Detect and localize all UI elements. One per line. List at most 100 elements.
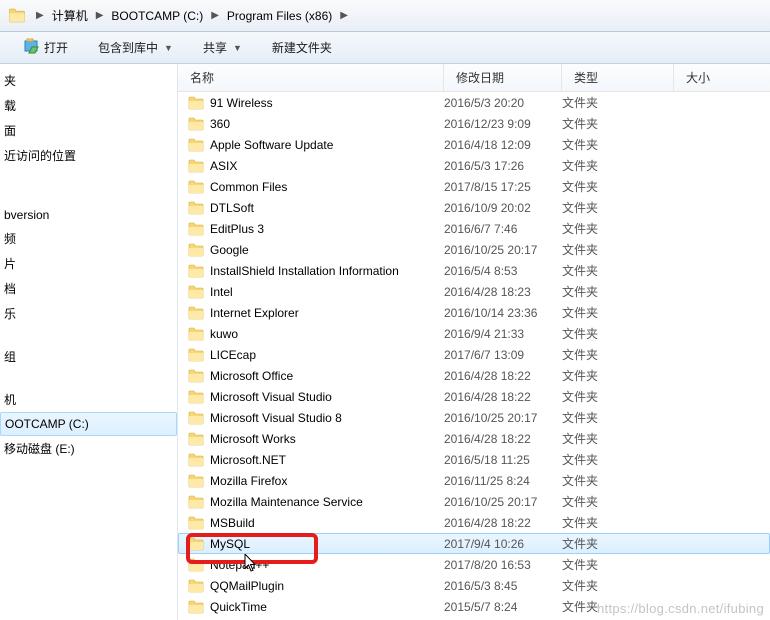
chevron-right-icon[interactable]: ▶ bbox=[209, 10, 221, 21]
column-size[interactable]: 大小 bbox=[674, 64, 770, 91]
folder-icon bbox=[188, 600, 204, 614]
sidebar-item[interactable]: 机 bbox=[0, 387, 177, 412]
file-row[interactable]: MSBuild2016/4/28 18:22文件夹 bbox=[178, 512, 770, 533]
file-name: Mozilla Maintenance Service bbox=[210, 495, 363, 509]
open-icon bbox=[24, 38, 40, 57]
file-type: 文件夹 bbox=[562, 157, 674, 174]
folder-icon bbox=[188, 495, 204, 509]
sidebar-item[interactable]: 频 bbox=[0, 226, 177, 251]
file-row[interactable]: LICEcap2017/6/7 13:09文件夹 bbox=[178, 344, 770, 365]
new-folder-button[interactable]: 新建文件夹 bbox=[266, 37, 338, 58]
folder-icon bbox=[188, 474, 204, 488]
file-date: 2016/10/25 20:17 bbox=[444, 243, 562, 257]
column-name[interactable]: 名称 bbox=[178, 64, 444, 91]
include-library-button[interactable]: 包含到库中▼ bbox=[92, 37, 179, 58]
file-row[interactable]: 3602016/12/23 9:09文件夹 bbox=[178, 113, 770, 134]
folder-icon bbox=[188, 327, 204, 341]
file-row[interactable]: 91 Wireless2016/5/3 20:20文件夹 bbox=[178, 92, 770, 113]
file-type: 文件夹 bbox=[562, 430, 674, 447]
file-row[interactable]: Common Files2017/8/15 17:25文件夹 bbox=[178, 176, 770, 197]
file-name: InstallShield Installation Information bbox=[210, 264, 399, 278]
file-type: 文件夹 bbox=[562, 178, 674, 195]
file-date: 2017/8/20 16:53 bbox=[444, 558, 562, 572]
open-button[interactable]: 打开 bbox=[18, 36, 74, 59]
file-row[interactable]: ASIX2016/5/3 17:26文件夹 bbox=[178, 155, 770, 176]
file-row[interactable]: Microsoft Works2016/4/28 18:22文件夹 bbox=[178, 428, 770, 449]
sidebar-item[interactable]: 乐 bbox=[0, 301, 177, 326]
column-type[interactable]: 类型 bbox=[562, 64, 674, 91]
file-date: 2017/8/15 17:25 bbox=[444, 180, 562, 194]
sidebar-item-label: 片 bbox=[4, 255, 16, 272]
file-row[interactable]: DTLSoft2016/10/9 20:02文件夹 bbox=[178, 197, 770, 218]
file-row[interactable]: Apple Software Update2016/4/18 12:09文件夹 bbox=[178, 134, 770, 155]
file-row[interactable]: MySQL2017/9/4 10:26文件夹 bbox=[178, 533, 770, 554]
file-date: 2016/6/7 7:46 bbox=[444, 222, 562, 236]
file-date: 2016/4/28 18:23 bbox=[444, 285, 562, 299]
file-row[interactable]: Internet Explorer2016/10/14 23:36文件夹 bbox=[178, 302, 770, 323]
sidebar-item[interactable]: 近访问的位置 bbox=[0, 143, 177, 168]
watermark: https://blog.csdn.net/ifubing bbox=[597, 601, 764, 616]
file-date: 2016/12/23 9:09 bbox=[444, 117, 562, 131]
file-row[interactable]: Google2016/10/25 20:17文件夹 bbox=[178, 239, 770, 260]
breadcrumb-folder[interactable]: Program Files (x86) bbox=[223, 7, 336, 25]
sidebar-item[interactable]: 片 bbox=[0, 251, 177, 276]
file-name: MySQL bbox=[210, 537, 250, 551]
file-row[interactable]: EditPlus 32016/6/7 7:46文件夹 bbox=[178, 218, 770, 239]
file-list[interactable]: 91 Wireless2016/5/3 20:20文件夹3602016/12/2… bbox=[178, 92, 770, 620]
sidebar-item-label: 移动磁盘 (E:) bbox=[4, 440, 75, 457]
folder-icon bbox=[188, 159, 204, 173]
share-button[interactable]: 共享▼ bbox=[197, 37, 248, 58]
share-label: 共享 bbox=[203, 39, 227, 56]
new-folder-label: 新建文件夹 bbox=[272, 39, 332, 56]
chevron-right-icon[interactable]: ▶ bbox=[34, 10, 46, 21]
sidebar-item[interactable]: 组 bbox=[0, 344, 177, 369]
file-type: 文件夹 bbox=[562, 136, 674, 153]
chevron-right-icon[interactable]: ▶ bbox=[338, 10, 350, 21]
sidebar-item[interactable]: 移动磁盘 (E:) bbox=[0, 436, 177, 461]
file-row[interactable]: Mozilla Maintenance Service2016/10/25 20… bbox=[178, 491, 770, 512]
sidebar-item[interactable]: 面 bbox=[0, 118, 177, 143]
file-type: 文件夹 bbox=[562, 388, 674, 405]
folder-icon bbox=[188, 348, 204, 362]
file-name: Apple Software Update bbox=[210, 138, 333, 152]
file-name: Google bbox=[210, 243, 249, 257]
file-row[interactable]: Notepad++2017/8/20 16:53文件夹 bbox=[178, 554, 770, 575]
file-name: DTLSoft bbox=[210, 201, 254, 215]
file-row[interactable]: Microsoft Visual Studio 82016/10/25 20:1… bbox=[178, 407, 770, 428]
sidebar-item-label: 档 bbox=[4, 280, 16, 297]
file-date: 2016/11/25 8:24 bbox=[444, 474, 562, 488]
file-row[interactable]: Microsoft Office2016/4/28 18:22文件夹 bbox=[178, 365, 770, 386]
sidebar-item[interactable]: 档 bbox=[0, 276, 177, 301]
folder-icon bbox=[188, 453, 204, 467]
column-date[interactable]: 修改日期 bbox=[444, 64, 562, 91]
file-date: 2016/4/28 18:22 bbox=[444, 369, 562, 383]
file-row[interactable]: Microsoft.NET2016/5/18 11:25文件夹 bbox=[178, 449, 770, 470]
file-row[interactable]: Microsoft Visual Studio2016/4/28 18:22文件… bbox=[178, 386, 770, 407]
folder-icon bbox=[188, 96, 204, 110]
folder-icon bbox=[188, 411, 204, 425]
file-name: QQMailPlugin bbox=[210, 579, 284, 593]
file-row[interactable]: Mozilla Firefox2016/11/25 8:24文件夹 bbox=[178, 470, 770, 491]
folder-icon bbox=[188, 369, 204, 383]
file-row[interactable]: InstallShield Installation Information20… bbox=[178, 260, 770, 281]
sidebar-item[interactable]: 夹 bbox=[0, 68, 177, 93]
folder-icon bbox=[188, 285, 204, 299]
file-row[interactable]: Intel2016/4/28 18:23文件夹 bbox=[178, 281, 770, 302]
breadcrumb-drive[interactable]: BOOTCAMP (C:) bbox=[107, 7, 207, 25]
breadcrumb-computer[interactable]: 计算机 bbox=[48, 5, 92, 26]
file-type: 文件夹 bbox=[562, 304, 674, 321]
chevron-right-icon[interactable]: ▶ bbox=[94, 10, 106, 21]
sidebar-item-label: 载 bbox=[4, 97, 16, 114]
sidebar-item[interactable]: bversion bbox=[0, 204, 177, 226]
folder-icon bbox=[188, 537, 204, 551]
folder-icon bbox=[188, 432, 204, 446]
file-row[interactable]: QQMailPlugin2016/5/3 8:45文件夹 bbox=[178, 575, 770, 596]
file-row[interactable]: kuwo2016/9/4 21:33文件夹 bbox=[178, 323, 770, 344]
file-date: 2016/5/3 20:20 bbox=[444, 96, 562, 110]
file-type: 文件夹 bbox=[562, 451, 674, 468]
sidebar-item[interactable]: 载 bbox=[0, 93, 177, 118]
file-type: 文件夹 bbox=[562, 283, 674, 300]
navigation-pane: 夹载面近访问的位置 bversion频片档乐组机OOTCAMP (C:) 移动磁盘 … bbox=[0, 64, 178, 620]
breadcrumb: ▶ 计算机 ▶ BOOTCAMP (C:) ▶ Program Files (x… bbox=[0, 0, 770, 32]
sidebar-item[interactable]: OOTCAMP (C:) bbox=[0, 412, 177, 436]
